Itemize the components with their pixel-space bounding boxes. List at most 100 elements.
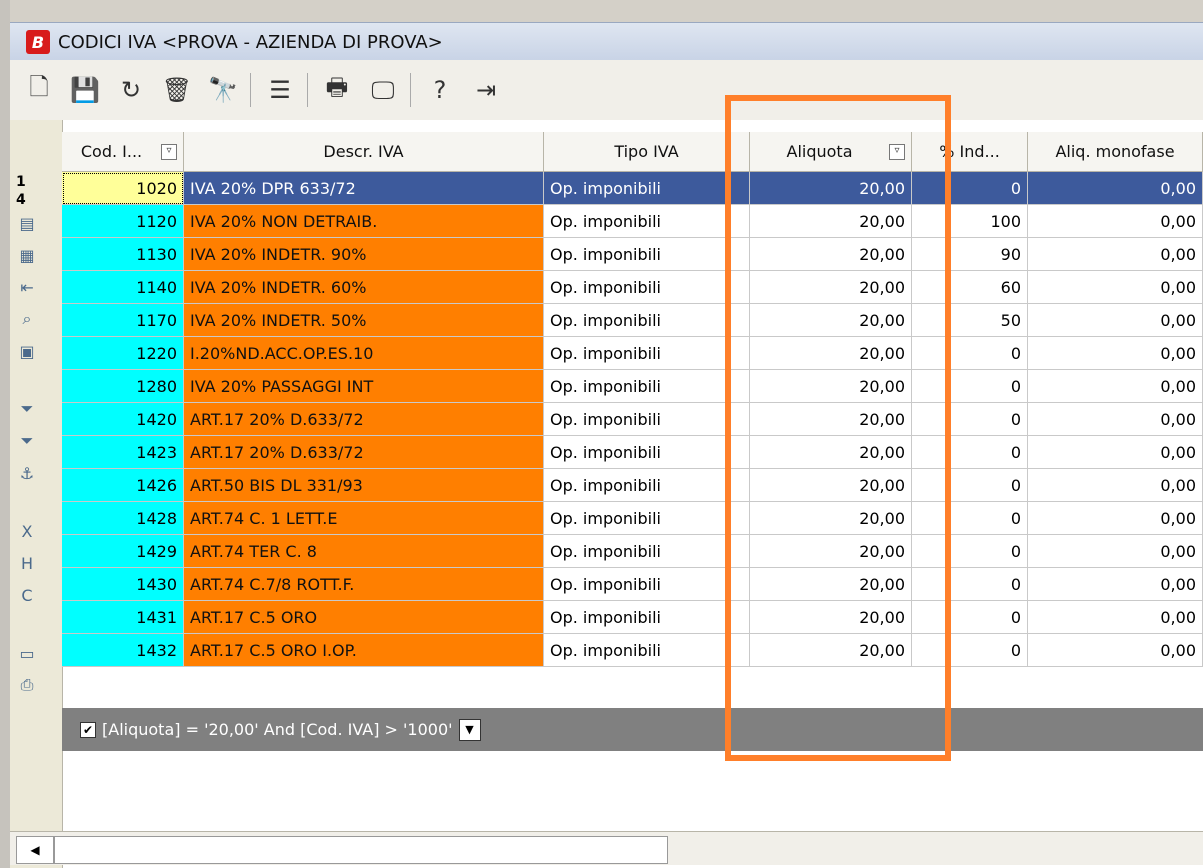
cell-tipo[interactable]: Op. imponibili xyxy=(544,304,750,337)
cell-ind[interactable]: 0 xyxy=(912,568,1028,601)
scroll-track[interactable] xyxy=(54,836,668,864)
table-row[interactable]: 1428 ART.74 C. 1 LETT.E Op. imponibili 20,0… xyxy=(62,502,1203,535)
cell-aliquota[interactable]: 20,00 xyxy=(750,205,912,238)
cell-aliquota[interactable]: 20,00 xyxy=(750,238,912,271)
cell-mono[interactable]: 0,00 xyxy=(1028,370,1203,403)
cell-mono[interactable]: 0,00 xyxy=(1028,172,1203,205)
export-x-icon[interactable]: X xyxy=(18,522,36,541)
cell-tipo[interactable]: Op. imponibili xyxy=(544,469,750,502)
filter-dropdown-icon[interactable]: ▼ xyxy=(458,718,481,741)
cell-desc[interactable]: ART.74 TER C. 8 xyxy=(184,535,544,568)
cell-cod[interactable]: 1140 xyxy=(62,271,184,304)
cell-mono[interactable]: 0,00 xyxy=(1028,568,1203,601)
delete-trash-icon[interactable]: 🗑 xyxy=(160,73,194,107)
grid-layout-icon[interactable]: ▣ xyxy=(18,342,36,361)
help-icon[interactable]: ? xyxy=(423,73,457,107)
cell-aliquota[interactable]: 20,00 xyxy=(750,634,912,667)
refresh-icon[interactable]: ↻ xyxy=(114,73,148,107)
cell-desc[interactable]: ART.17 20% D.633/72 xyxy=(184,403,544,436)
cell-ind[interactable]: 0 xyxy=(912,634,1028,667)
cell-mono[interactable]: 0,00 xyxy=(1028,502,1203,535)
cell-tipo[interactable]: Op. imponibili xyxy=(544,535,750,568)
copy-icon[interactable]: ▤ xyxy=(18,214,36,233)
cell-ind[interactable]: 60 xyxy=(912,271,1028,304)
cell-cod[interactable]: 1431 xyxy=(62,601,184,634)
cell-ind[interactable]: 100 xyxy=(912,205,1028,238)
cell-cod[interactable]: 1280 xyxy=(62,370,184,403)
cell-tipo[interactable]: Op. imponibili xyxy=(544,403,750,436)
cell-cod[interactable]: 1429 xyxy=(62,535,184,568)
detail-icon[interactable]: ▦ xyxy=(18,246,36,265)
table-row[interactable]: 1130 IVA 20% INDETR. 90% Op. imponibili 20,… xyxy=(62,238,1203,271)
cell-ind[interactable]: 0 xyxy=(912,436,1028,469)
table-row[interactable]: 1426 ART.50 BIS DL 331/93 Op. imponibili 20… xyxy=(62,469,1203,502)
table-row[interactable]: 1429 ART.74 TER C. 8 Op. imponibili 20,00 0 0… xyxy=(62,535,1203,568)
cell-desc[interactable]: I.20%ND.ACC.OP.ES.10 xyxy=(184,337,544,370)
cell-ind[interactable]: 0 xyxy=(912,502,1028,535)
cell-ind[interactable]: 0 xyxy=(912,469,1028,502)
cell-aliquota[interactable]: 20,00 xyxy=(750,337,912,370)
new-document-icon[interactable]: 🗋 xyxy=(22,73,56,107)
cell-mono[interactable]: 0,00 xyxy=(1028,271,1203,304)
filter-expression[interactable]: [Aliquota] = '20,00' And [Cod. IVA] > '1… xyxy=(102,720,453,739)
table-row[interactable]: 1140 IVA 20% INDETR. 60% Op. imponibili 20,… xyxy=(62,271,1203,304)
column-filter-icon[interactable]: ▿ xyxy=(889,143,905,160)
cell-mono[interactable]: 0,00 xyxy=(1028,601,1203,634)
table-row[interactable]: 1280 IVA 20% PASSAGGI INT Op. imponibili 20… xyxy=(62,370,1203,403)
column-filter-icon[interactable]: ▿ xyxy=(161,143,177,160)
cell-aliquota[interactable]: 20,00 xyxy=(750,469,912,502)
cell-cod[interactable]: 1430 xyxy=(62,568,184,601)
cell-tipo[interactable]: Op. imponibili xyxy=(544,502,750,535)
table-row[interactable]: 1420 ART.17 20% D.633/72 Op. imponibili 20,… xyxy=(62,403,1203,436)
table-row[interactable]: 1170 IVA 20% INDETR. 50% Op. imponibili 20,… xyxy=(62,304,1203,337)
cell-tipo[interactable]: Op. imponibili xyxy=(544,568,750,601)
column-header-desc[interactable]: Descr. IVA xyxy=(184,132,544,172)
cell-ind[interactable]: 0 xyxy=(912,370,1028,403)
import-icon[interactable]: ⇤ xyxy=(18,278,36,297)
cell-mono[interactable]: 0,00 xyxy=(1028,403,1203,436)
binoculars-icon[interactable]: 🔭 xyxy=(206,73,240,107)
cell-aliquota[interactable]: 20,00 xyxy=(750,535,912,568)
cell-desc[interactable]: ART.50 BIS DL 331/93 xyxy=(184,469,544,502)
cell-aliquota[interactable]: 20,00 xyxy=(750,172,912,205)
cell-desc[interactable]: IVA 20% INDETR. 50% xyxy=(184,304,544,337)
cell-tipo[interactable]: Op. imponibili xyxy=(544,238,750,271)
table-row[interactable]: 1120 IVA 20% NON DETRAIB. Op. imponibili 20… xyxy=(62,205,1203,238)
cell-ind[interactable]: 0 xyxy=(912,172,1028,205)
cell-desc[interactable]: IVA 20% INDETR. 60% xyxy=(184,271,544,304)
column-header-tipo[interactable]: Tipo IVA xyxy=(544,132,750,172)
cell-aliquota[interactable]: 20,00 xyxy=(750,403,912,436)
cell-mono[interactable]: 0,00 xyxy=(1028,535,1203,568)
cell-cod[interactable]: 1170 xyxy=(62,304,184,337)
cell-ind[interactable]: 0 xyxy=(912,337,1028,370)
cell-ind[interactable]: 0 xyxy=(912,403,1028,436)
cell-aliquota[interactable]: 20,00 xyxy=(750,304,912,337)
screen-icon[interactable]: ▭ xyxy=(18,644,36,663)
cell-desc[interactable]: ART.17 C.5 ORO xyxy=(184,601,544,634)
cell-mono[interactable]: 0,00 xyxy=(1028,205,1203,238)
cell-ind[interactable]: 90 xyxy=(912,238,1028,271)
cell-cod[interactable]: 1420 xyxy=(62,403,184,436)
cell-desc[interactable]: ART.17 20% D.633/72 xyxy=(184,436,544,469)
list-view-icon[interactable]: ☰ xyxy=(263,73,297,107)
anchor-icon[interactable]: ⚓ xyxy=(18,464,36,483)
cell-tipo[interactable]: Op. imponibili xyxy=(544,271,750,304)
cell-tipo[interactable]: Op. imponibili xyxy=(544,337,750,370)
export-c-icon[interactable]: C xyxy=(18,586,36,605)
cell-aliquota[interactable]: 20,00 xyxy=(750,601,912,634)
cell-tipo[interactable]: Op. imponibili xyxy=(544,172,750,205)
cell-ind[interactable]: 50 xyxy=(912,304,1028,337)
cell-cod[interactable]: 1428 xyxy=(62,502,184,535)
cell-cod[interactable]: 1426 xyxy=(62,469,184,502)
save-icon[interactable]: 💾 xyxy=(68,73,102,107)
table-row[interactable]: 1432 ART.17 C.5 ORO I.OP. Op. imponibili 20… xyxy=(62,634,1203,667)
table-row[interactable]: 1431 ART.17 C.5 ORO Op. imponibili 20,00 0 0,… xyxy=(62,601,1203,634)
column-header-cod[interactable]: Cod. I... ▿ xyxy=(62,132,184,172)
table-row[interactable]: 1020 IVA 20% DPR 633/72 Op. imponibili 20,0… xyxy=(62,172,1203,205)
cell-desc[interactable]: ART.74 C. 1 LETT.E xyxy=(184,502,544,535)
table-row[interactable]: 1423 ART.17 20% D.633/72 Op. imponibili 20,… xyxy=(62,436,1203,469)
cell-aliquota[interactable]: 20,00 xyxy=(750,370,912,403)
cell-desc[interactable]: IVA 20% NON DETRAIB. xyxy=(184,205,544,238)
cell-mono[interactable]: 0,00 xyxy=(1028,304,1203,337)
cell-tipo[interactable]: Op. imponibili xyxy=(544,601,750,634)
